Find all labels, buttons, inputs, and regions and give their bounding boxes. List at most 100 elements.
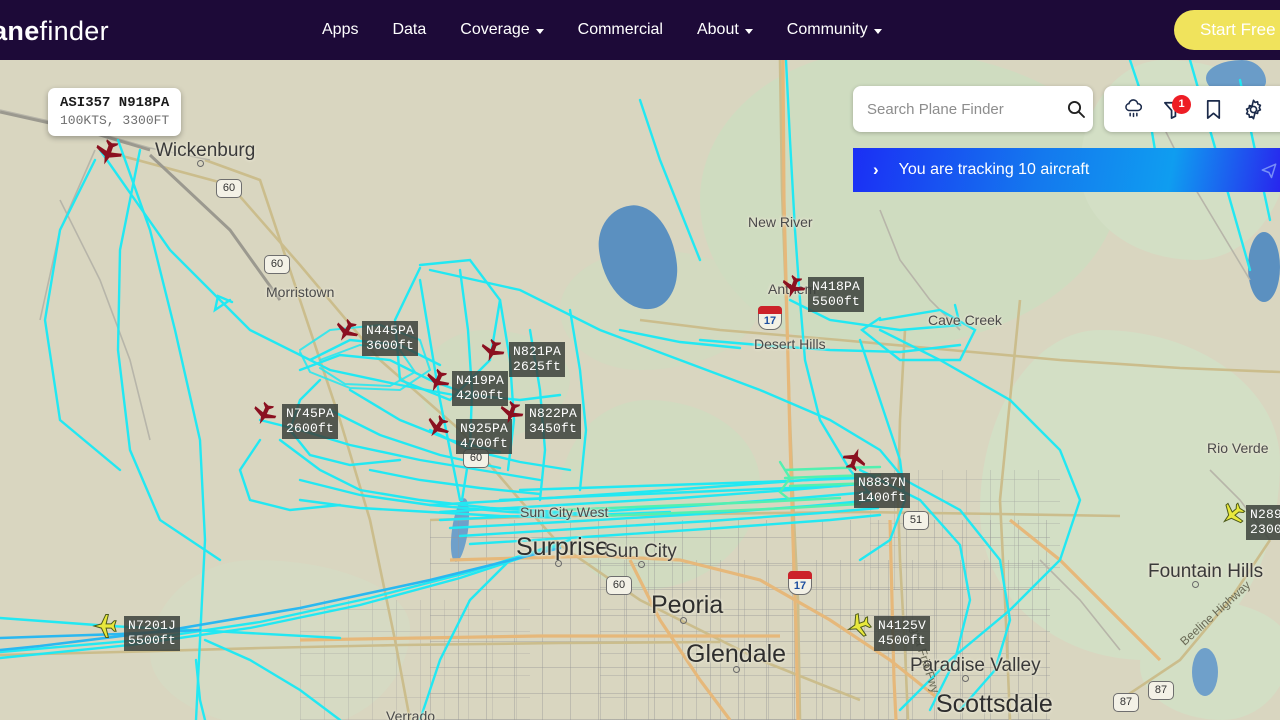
aircraft-altitude: 5500ft (812, 294, 861, 309)
start-free-trial-button[interactable]: Start Free Trial (1174, 10, 1280, 50)
aircraft-label[interactable]: N445PA 3600ft (362, 321, 419, 356)
logo-bold-part: Plane (0, 16, 40, 46)
nav-link-about[interactable]: About (697, 21, 753, 39)
tracking-banner[interactable]: › You are tracking 10 aircraft (853, 148, 1280, 192)
nav-links: Apps Data Coverage Commercial About Community (322, 0, 882, 60)
map-place-label: Desert Hills (754, 336, 826, 352)
search-icon[interactable] (1066, 99, 1100, 119)
nav-link-data[interactable]: Data (392, 21, 426, 39)
aircraft-label[interactable]: N4125V 4500ft (874, 616, 931, 651)
selected-aircraft-icon[interactable] (88, 136, 132, 172)
aircraft-altitude: 2300 (1250, 522, 1280, 537)
map-place-label: Morristown (266, 284, 335, 300)
highway-shield-60: 60 (606, 576, 632, 595)
chevron-down-icon (744, 28, 753, 34)
highway-shield-60: 60 (216, 179, 242, 198)
site-logo[interactable]: Planefinder (0, 16, 109, 47)
highway-shield-label: 51 (909, 514, 923, 526)
highway-shield-label: 60 (222, 182, 236, 194)
map-place-dot (555, 560, 562, 567)
nav-link-commercial[interactable]: Commercial (578, 21, 663, 39)
aircraft-label[interactable]: N7201J 5500ft (124, 616, 181, 651)
nav-link-label: Commercial (577, 21, 663, 38)
highway-shield-label: 60 (612, 579, 626, 591)
highway-shield-87: 87 (1113, 693, 1139, 712)
aircraft-label[interactable]: N821PA 2625ft (509, 342, 566, 377)
aircraft-registration: N7201J (128, 618, 177, 633)
map-tools-bar: 1 (1104, 86, 1280, 132)
chevron-down-icon (535, 28, 544, 34)
highway-shield-17: 17 (787, 570, 813, 595)
aircraft-icon[interactable] (329, 317, 363, 347)
aircraft-icon[interactable] (247, 400, 281, 430)
aircraft-altitude: 4500ft (878, 633, 927, 648)
aircraft-icon[interactable] (420, 367, 454, 397)
highway-shield-label: 87 (1154, 684, 1168, 696)
aircraft-registration: N745PA (286, 406, 335, 421)
filter-badge-count: 1 (1172, 94, 1191, 114)
search-box[interactable] (853, 86, 1093, 132)
map-place-label: New River (748, 214, 813, 230)
aircraft-icon[interactable] (841, 611, 875, 641)
aircraft-registration: N445PA (366, 323, 415, 338)
nav-link-label: Community (786, 21, 868, 38)
map-place-label: Sun City (605, 541, 677, 562)
aircraft-icon[interactable] (776, 273, 810, 303)
highway-shield-label: 17 (793, 580, 807, 592)
aircraft-label[interactable]: N822PA 3450ft (525, 404, 582, 439)
map-place-dot (962, 675, 969, 682)
map-place-label: Verrado (386, 708, 436, 720)
aircraft-icon[interactable] (475, 337, 509, 367)
highway-shield-87: 87 (1148, 681, 1174, 700)
aircraft-tooltip[interactable]: ASI357 N918PA 100KTS, 3300FT (48, 88, 182, 136)
map-place-dot (197, 160, 204, 167)
filter-funnel-icon[interactable]: 1 (1162, 94, 1191, 121)
map-place-label: Peoria (651, 591, 724, 619)
map-place-label: Cave Creek (928, 312, 1002, 328)
map-place-label: Sun City West (520, 504, 609, 520)
aircraft-icon[interactable] (87, 611, 121, 641)
nav-link-label: Coverage (460, 21, 530, 38)
aircraft-registration: N419PA (456, 373, 505, 388)
nav-link-apps[interactable]: Apps (322, 21, 358, 39)
aircraft-icon[interactable] (494, 399, 528, 429)
highway-shield-51: 51 (903, 511, 929, 530)
map-place-dot (733, 666, 740, 673)
aircraft-icon[interactable] (1215, 500, 1249, 530)
chevron-down-icon (873, 28, 882, 34)
logo-light-part: finder (39, 16, 109, 46)
highway-shield-17: 17 (757, 305, 783, 330)
map-place-dot (680, 617, 687, 624)
bookmark-icon[interactable] (1202, 98, 1225, 121)
aircraft-altitude: 3450ft (529, 421, 578, 436)
aircraft-registration: N289 (1250, 507, 1280, 522)
plane-finder-map-app: WickenburgMorristownNew RiverAnthemDeser… (0, 0, 1280, 720)
aircraft-registration: N8837N (858, 475, 907, 490)
nav-link-community[interactable]: Community (787, 21, 882, 39)
expand-chevron-icon[interactable]: › (873, 160, 879, 180)
aircraft-label[interactable]: N289 2300 (1246, 505, 1280, 540)
aircraft-registration: N4125V (878, 618, 927, 633)
aircraft-icon[interactable] (838, 443, 872, 473)
tooltip-title: ASI357 N918PA (60, 95, 170, 111)
highway-shield-60: 60 (264, 255, 290, 274)
search-input[interactable] (853, 100, 1066, 118)
weather-rain-icon[interactable] (1122, 98, 1145, 121)
aircraft-altitude: 5500ft (128, 633, 177, 648)
aircraft-registration: N821PA (513, 344, 562, 359)
tracking-banner-text: You are tracking 10 aircraft (898, 161, 1090, 178)
aircraft-altitude: 3600ft (366, 338, 415, 353)
aircraft-label[interactable]: N418PA 5500ft (808, 277, 865, 312)
aircraft-label[interactable]: N745PA 2600ft (282, 404, 339, 439)
aircraft-icon[interactable] (420, 413, 454, 443)
share-icon[interactable] (1259, 160, 1279, 185)
aircraft-registration: N822PA (529, 406, 578, 421)
aircraft-label[interactable]: N8837N 1400ft (854, 473, 911, 508)
nav-link-label: Apps (322, 21, 359, 38)
highway-shield-label: 87 (1119, 696, 1133, 708)
aircraft-registration: N418PA (812, 279, 861, 294)
nav-link-coverage[interactable]: Coverage (460, 21, 544, 39)
settings-gear-icon[interactable] (1242, 98, 1265, 121)
map-place-label: Glendale (686, 640, 787, 668)
top-navigation-bar: Planefinder Apps Data Coverage Commercial Ab… (0, 0, 1280, 60)
